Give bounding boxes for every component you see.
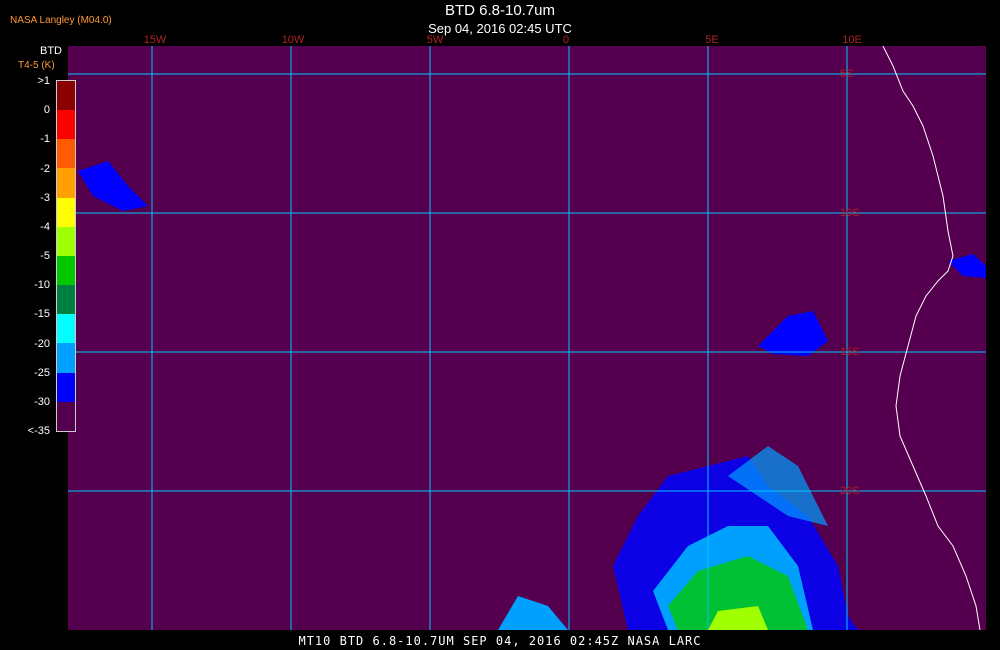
color-scale-tick: -3 — [40, 191, 50, 204]
color-scale-tick: -15 — [34, 308, 50, 321]
lon-label-15w: 15W — [143, 34, 167, 46]
color-swatch-3 — [57, 168, 75, 198]
lon-label-5e: 5E — [705, 34, 719, 46]
cloud-east — [758, 311, 828, 356]
lat-label-5s: 5S — [840, 68, 854, 80]
lat-label-20s: 20S — [840, 485, 860, 497]
color-scale-tick: 0 — [43, 104, 50, 117]
color-swatch-10 — [57, 372, 75, 402]
color-scale-tick: -10 — [34, 279, 50, 292]
color-swatch-8 — [57, 314, 75, 344]
color-scale-tick: -30 — [34, 395, 50, 408]
color-scale-tick: -5 — [40, 250, 50, 262]
cloud-field — [78, 161, 986, 630]
color-scale — [56, 80, 76, 432]
color-swatch-2 — [57, 139, 75, 169]
color-scale-tick: -2 — [40, 162, 50, 175]
color-scale-tick: -1 — [40, 133, 50, 146]
footer-caption: MT10 BTD 6.8-10.7UM SEP 04, 2016 02:45Z … — [298, 634, 702, 648]
color-scale-tick: >1 — [37, 75, 50, 87]
color-scale-tick: -4 — [40, 220, 50, 233]
color-swatch-9 — [57, 343, 75, 373]
legend-title: BTD — [40, 45, 62, 57]
lon-label-0: 0 — [562, 34, 570, 46]
cloud-northwest — [78, 161, 148, 211]
graticule — [68, 46, 986, 630]
product-title: BTD 6.8-10.7um — [444, 2, 556, 19]
color-swatch-5 — [57, 226, 75, 256]
color-swatch-4 — [57, 197, 75, 227]
lon-label-10w: 10W — [281, 34, 305, 46]
color-scale-tick: -25 — [34, 366, 50, 379]
cloud-far-east — [948, 254, 986, 278]
color-swatch-7 — [57, 285, 75, 315]
cloud-sw-streaks — [498, 596, 568, 630]
color-scale-tick: -20 — [34, 337, 50, 350]
map-canvas — [68, 46, 986, 630]
lon-label-5w: 5W — [426, 34, 444, 46]
legend-units: T4-5 (K) — [18, 60, 55, 71]
color-scale-tick: <-35 — [27, 425, 50, 437]
satellite-map — [68, 46, 986, 630]
lat-label-15s: 15S — [840, 346, 860, 358]
lon-label-10e: 10E — [842, 34, 862, 46]
lat-label-10s: 10S — [840, 207, 860, 219]
color-swatch-6 — [57, 255, 75, 286]
color-swatch-0 — [57, 81, 75, 111]
color-swatch-1 — [57, 110, 75, 140]
color-swatch-11 — [57, 401, 75, 431]
coastline — [882, 46, 981, 630]
